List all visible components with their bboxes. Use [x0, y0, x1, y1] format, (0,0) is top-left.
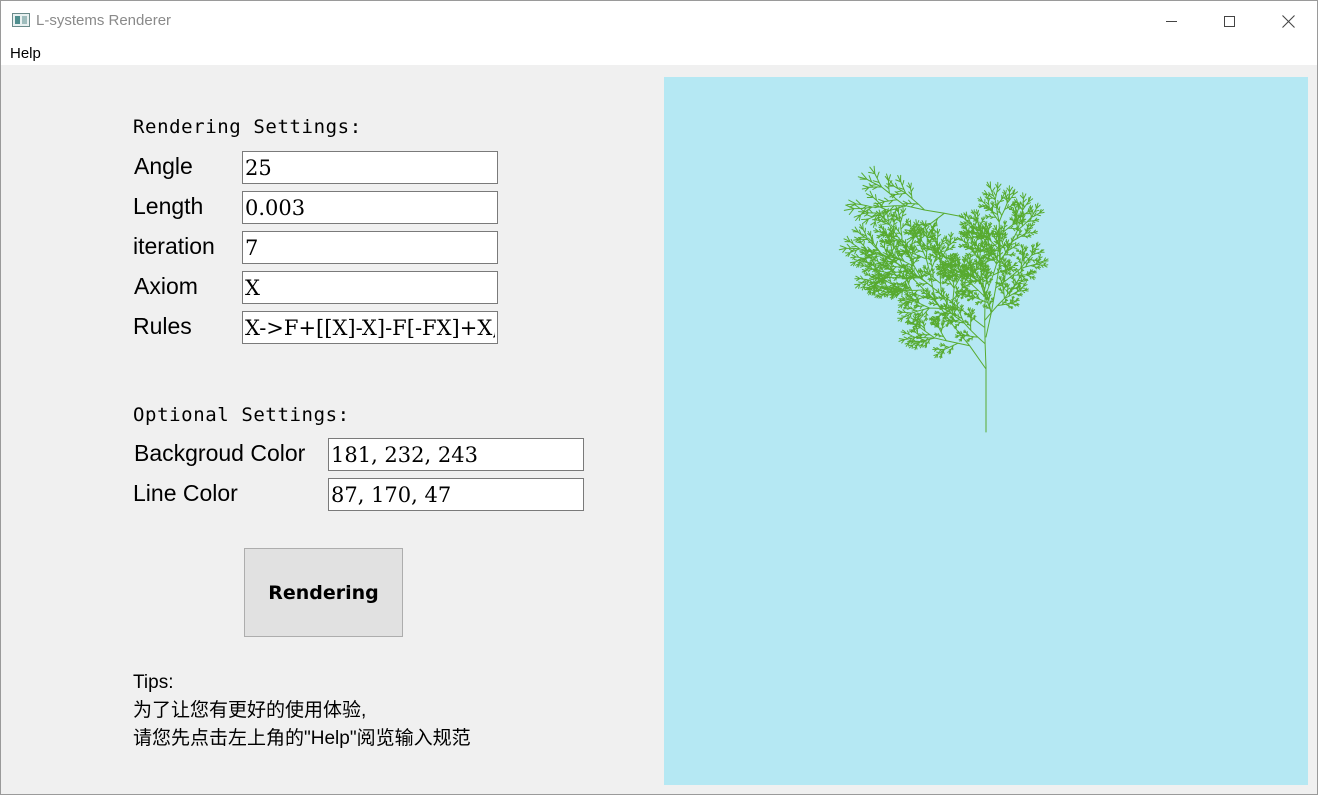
- length-input[interactable]: [242, 191, 498, 224]
- plant-branches: [838, 165, 1049, 433]
- axiom-input[interactable]: [242, 271, 498, 304]
- angle-input[interactable]: [242, 151, 498, 184]
- tips-title: Tips:: [133, 672, 174, 693]
- tips-line-1: 为了让您有更好的使用体验,: [133, 700, 367, 721]
- line-color-input[interactable]: [328, 478, 584, 511]
- minimize-icon: [1165, 20, 1177, 22]
- axiom-label: Axiom: [134, 273, 198, 299]
- rules-label: Rules: [133, 313, 192, 339]
- title-bar[interactable]: L-systems Renderer: [1, 1, 1317, 41]
- optional-settings-heading: Optional Settings:: [133, 404, 350, 426]
- background-color-input[interactable]: [328, 438, 584, 471]
- iteration-input[interactable]: [242, 231, 498, 264]
- background-color-label: Backgroud Color: [134, 440, 306, 466]
- menu-help[interactable]: Help: [10, 45, 41, 62]
- angle-label: Angle: [134, 153, 193, 179]
- close-button[interactable]: [1259, 1, 1317, 41]
- render-canvas[interactable]: [664, 77, 1308, 785]
- close-icon: [1281, 14, 1295, 28]
- maximize-icon: [1223, 15, 1235, 27]
- rendering-button[interactable]: Rendering: [244, 548, 403, 637]
- minimize-button[interactable]: [1142, 1, 1200, 41]
- tips-line-2: 请您先点击左上角的"Help"阅览输入规范: [133, 728, 471, 749]
- rendering-settings-heading: Rendering Settings:: [133, 116, 362, 138]
- lsystem-plant-drawing: [838, 165, 1049, 433]
- tips-section: Tips: 为了让您有更好的使用体验, 请您先点击左上角的"Help"阅览输入规…: [133, 669, 471, 753]
- length-label: Length: [133, 193, 204, 219]
- rules-input[interactable]: [242, 311, 498, 344]
- maximize-button[interactable]: [1200, 1, 1258, 41]
- iteration-label: iteration: [133, 233, 215, 259]
- app-window: L-systems Renderer Help Rendering Settin…: [0, 0, 1318, 795]
- menu-bar: Help: [1, 41, 1317, 65]
- app-window-icon: [12, 13, 30, 27]
- line-color-label: Line Color: [133, 480, 238, 506]
- window-title: L-systems Renderer: [36, 12, 172, 29]
